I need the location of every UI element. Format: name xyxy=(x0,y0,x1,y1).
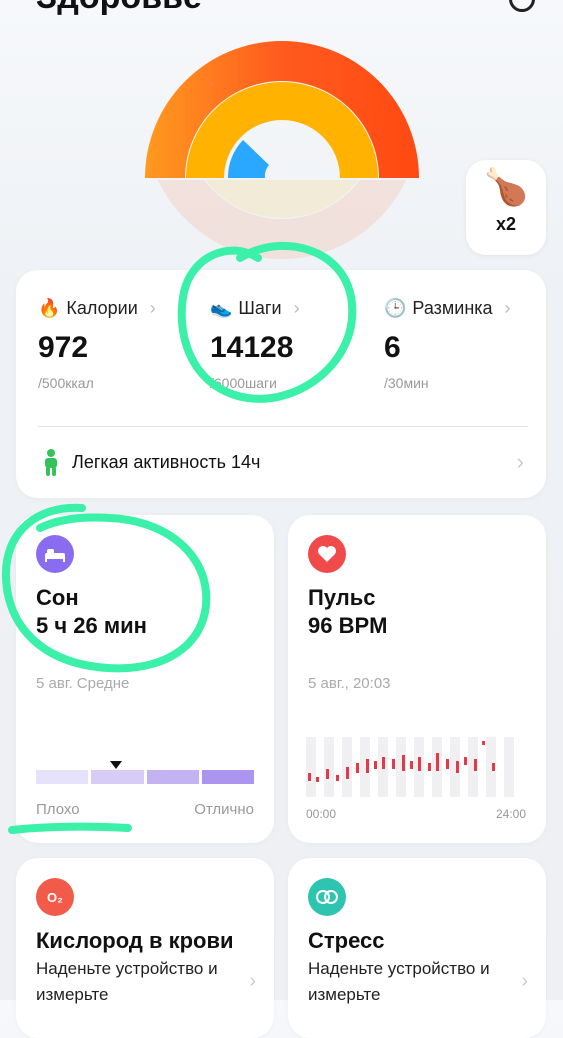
drumstick-icon: 🍗 xyxy=(483,166,529,207)
calories-value: 972 xyxy=(38,331,89,364)
heart-rate-chart xyxy=(306,737,514,797)
calories-stat[interactable]: 🔥 Калории › 972 /500ккал xyxy=(38,298,198,391)
chevron-right-icon: › xyxy=(249,970,256,992)
sleep-duration: 5 ч 26 мин xyxy=(36,613,147,638)
warmup-stat[interactable]: 🕒 Разминка › 6 /30мин xyxy=(384,298,544,391)
sleep-bar-segment xyxy=(36,770,89,784)
flame-icon: 🔥 xyxy=(38,298,61,318)
sleep-bar-segment xyxy=(201,770,254,784)
scale-low-label: Плохо xyxy=(36,801,80,818)
heart-rate-title: Пульс xyxy=(308,585,376,610)
chevron-right-icon: › xyxy=(521,970,528,992)
warmup-goal: /30мин xyxy=(384,375,429,391)
sleep-quality-marker xyxy=(110,761,122,769)
shoe-icon: 👟 xyxy=(210,298,233,318)
bonus-count: x2 xyxy=(495,214,517,234)
calories-label: Калории xyxy=(66,298,138,318)
stress-card[interactable]: Стресс Наденьте устройство и измерьте › xyxy=(288,858,546,1038)
heart-icon xyxy=(308,535,346,573)
sleep-title: Сон xyxy=(36,585,79,610)
sleep-bar-segment xyxy=(91,770,144,784)
activity-summary-card: 🔥 Калории › 972 /500ккал 👟 Шаги › 14128 … xyxy=(16,270,546,498)
chevron-right-icon: › xyxy=(293,298,300,318)
heart-rate-value: 96 BPM xyxy=(308,613,388,638)
chevron-right-icon: › xyxy=(516,449,524,474)
sleep-date: 5 авг. Средне xyxy=(36,675,130,692)
rings-reflection xyxy=(140,180,425,260)
bed-icon xyxy=(36,535,74,573)
chevron-right-icon: › xyxy=(149,298,156,318)
steps-stat[interactable]: 👟 Шаги › 14128 /6000шаги xyxy=(210,298,370,391)
blood-oxygen-title: Кислород в крови xyxy=(36,928,234,953)
clock-icon: 🕒 xyxy=(384,298,407,318)
sleep-card[interactable]: Сон 5 ч 26 мин 5 авг. Средне Плохо Отлич… xyxy=(16,515,274,843)
person-icon xyxy=(45,449,57,476)
steps-goal: /6000шаги xyxy=(210,375,277,391)
svg-text:↗: ↗ xyxy=(204,77,216,93)
warmup-label: Разминка xyxy=(412,298,493,318)
calories-goal: /500ккал xyxy=(38,375,94,391)
blood-oxygen-card[interactable]: O₂ Кислород в крови Наденьте устройство … xyxy=(16,858,274,1038)
chevron-right-icon: › xyxy=(504,298,511,318)
stress-icon xyxy=(308,878,346,916)
heart-rate-card[interactable]: Пульс 96 BPM 5 авг., 20:03 00:00 24:00 xyxy=(288,515,546,843)
warmup-ring xyxy=(227,140,269,178)
heart-rate-time: 5 авг., 20:03 xyxy=(308,675,391,692)
bonus-card[interactable]: 🍗 x2 xyxy=(466,160,546,255)
steps-label: Шаги xyxy=(238,298,282,318)
activity-rings[interactable]: ↗ xyxy=(140,40,425,190)
stress-hint: Наденьте устройство и измерьте xyxy=(308,959,490,1004)
sleep-quality-bar xyxy=(36,770,254,784)
sleep-bar-segment xyxy=(146,770,199,784)
blood-oxygen-hint: Наденьте устройство и измерьте xyxy=(36,959,218,1004)
chart-end-time: 24:00 xyxy=(495,807,526,821)
steps-value: 14128 xyxy=(210,331,294,364)
light-activity-row[interactable]: Легкая активность 14ч › xyxy=(40,448,524,476)
page-title: Здоровье xyxy=(36,0,202,17)
divider xyxy=(38,426,528,427)
warmup-value: 6 xyxy=(384,331,401,364)
settings-icon[interactable] xyxy=(509,0,535,12)
scale-high-label: Отлично xyxy=(194,801,254,818)
oxygen-icon: O₂ xyxy=(36,878,74,916)
stress-title: Стресс xyxy=(308,928,385,953)
light-activity-label: Легкая активность 14ч xyxy=(72,451,261,472)
chart-start-time: 00:00 xyxy=(306,807,337,821)
